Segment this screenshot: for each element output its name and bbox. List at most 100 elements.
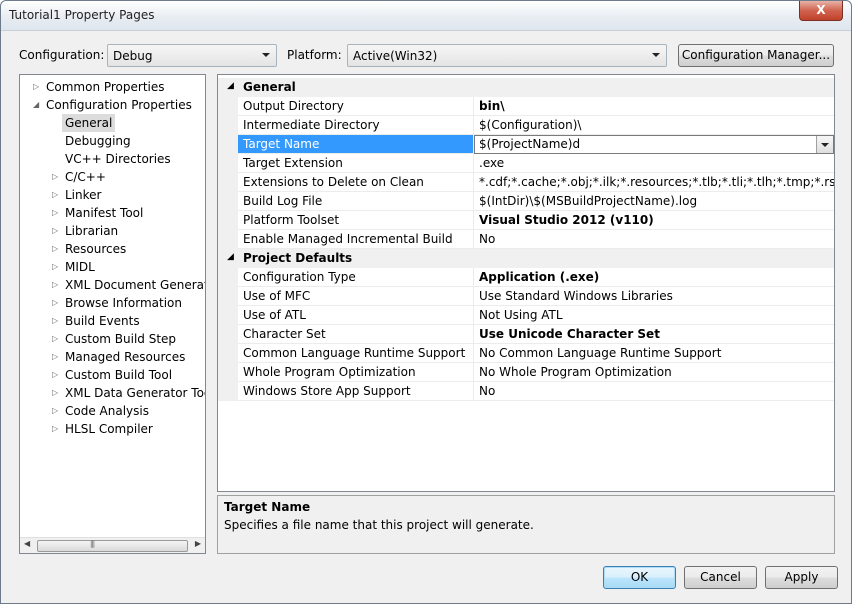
configuration-manager-button[interactable]: Configuration Manager... xyxy=(678,44,834,67)
tree-item[interactable]: Linker xyxy=(65,186,101,204)
tree-item[interactable]: Configuration Properties xyxy=(46,96,192,114)
category-header[interactable]: ◢ Project Defaults xyxy=(218,249,834,268)
property-value[interactable]: No xyxy=(474,382,834,401)
property-value[interactable]: *.cdf;*.cache;*.obj;*.ilk;*.resources;*.… xyxy=(474,173,834,192)
property-row[interactable]: Configuration Type Application (.exe) xyxy=(218,268,834,287)
property-name[interactable]: Target Extension xyxy=(238,154,474,173)
tree-expand-icon[interactable]: ▷ xyxy=(52,330,62,348)
property-value[interactable]: No xyxy=(474,230,834,249)
tree-item[interactable]: Librarian xyxy=(65,222,118,240)
target-name-input[interactable]: $(ProjectName)d xyxy=(474,135,834,154)
tree-item[interactable]: Common Properties xyxy=(46,78,165,96)
property-value[interactable]: Visual Studio 2012 (v110) xyxy=(474,211,834,230)
property-name[interactable]: Configuration Type xyxy=(238,268,474,287)
tree-expand-icon[interactable]: ▷ xyxy=(52,294,62,312)
scroll-right-icon[interactable]: ▶ xyxy=(195,539,201,548)
property-name[interactable]: Enable Managed Incremental Build xyxy=(238,230,474,249)
property-value[interactable]: $(Configuration)\ xyxy=(474,116,834,135)
collapse-icon[interactable]: ◢ xyxy=(227,252,234,262)
property-row[interactable]: Output Directory bin\ xyxy=(218,97,834,116)
property-name[interactable]: Target Name xyxy=(238,135,474,154)
property-value[interactable]: Application (.exe) xyxy=(474,268,834,287)
property-name[interactable]: Extensions to Delete on Clean xyxy=(238,173,474,192)
scrollbar-thumb[interactable] xyxy=(37,540,188,552)
tree-item[interactable]: C/C++ xyxy=(65,168,106,186)
tree-item[interactable]: Custom Build Tool xyxy=(65,366,172,384)
property-row[interactable]: Use of MFC Use Standard Windows Libraries xyxy=(218,287,834,306)
platform-dropdown[interactable]: Active(Win32) xyxy=(347,44,667,67)
tree-expand-icon[interactable]: ▷ xyxy=(52,168,62,186)
property-row[interactable]: Enable Managed Incremental Build No xyxy=(218,230,834,249)
property-name[interactable]: Whole Program Optimization xyxy=(238,363,474,382)
tree-item[interactable]: Custom Build Step xyxy=(65,330,176,348)
collapse-icon[interactable]: ◢ xyxy=(227,81,234,91)
tree-expand-icon[interactable]: ▷ xyxy=(52,384,62,402)
property-row[interactable]: Platform Toolset Visual Studio 2012 (v110… xyxy=(218,211,834,230)
tree-expand-icon[interactable]: ▷ xyxy=(52,348,62,366)
configuration-dropdown[interactable]: Debug xyxy=(107,44,277,67)
property-name[interactable]: Character Set xyxy=(238,325,474,344)
scroll-left-icon[interactable]: ◀ xyxy=(24,539,30,548)
tree-expand-icon[interactable]: ▷ xyxy=(52,222,62,240)
horizontal-scrollbar[interactable]: ◀ ||| ▶ xyxy=(20,537,205,553)
tree-item[interactable]: VC++ Directories xyxy=(65,150,171,168)
property-value[interactable]: Use Standard Windows Libraries xyxy=(474,287,834,306)
property-value[interactable]: bin\ xyxy=(474,97,834,116)
property-name[interactable]: Output Directory xyxy=(238,97,474,116)
tree-item[interactable]: Code Analysis xyxy=(65,402,149,420)
tree-item[interactable]: Manifest Tool xyxy=(65,204,143,222)
tree-expand-icon[interactable]: ▷ xyxy=(52,366,62,384)
property-value[interactable]: $(IntDir)\$(MSBuildProjectName).log xyxy=(474,192,834,211)
property-value[interactable]: Not Using ATL xyxy=(474,306,834,325)
property-row[interactable]: Intermediate Directory $(Configuration)\ xyxy=(218,116,834,135)
property-row[interactable]: Extensions to Delete on Clean *.cdf;*.cac… xyxy=(218,173,834,192)
property-value[interactable]: No Whole Program Optimization xyxy=(474,363,834,382)
property-row[interactable]: Character Set Use Unicode Character Set xyxy=(218,325,834,344)
tree-expand-icon[interactable]: ▷ xyxy=(52,402,62,420)
property-value[interactable]: .exe xyxy=(474,154,834,173)
tree-item[interactable]: XML Document Generator xyxy=(65,276,205,294)
tree-item[interactable]: Resources xyxy=(65,240,126,258)
tree-item[interactable]: Browse Information xyxy=(65,294,182,312)
tree-item[interactable]: HLSL Compiler xyxy=(65,420,153,438)
property-name[interactable]: Build Log File xyxy=(238,192,474,211)
property-name[interactable]: Windows Store App Support xyxy=(238,382,474,401)
tree-item[interactable]: Debugging xyxy=(65,132,131,150)
property-row[interactable]: Use of ATL Not Using ATL xyxy=(218,306,834,325)
close-button[interactable]: X xyxy=(799,1,843,21)
tree-expand-icon[interactable]: ▷ xyxy=(52,312,62,330)
tree-expand-icon[interactable]: ▷ xyxy=(52,258,62,276)
tree-expand-icon[interactable]: ▷ xyxy=(52,240,62,258)
tree-expand-icon[interactable]: ▷ xyxy=(52,186,62,204)
property-row[interactable]: Target Name $(ProjectName)d xyxy=(218,135,834,154)
property-row[interactable]: Whole Program Optimization No Whole Progr… xyxy=(218,363,834,382)
property-name[interactable]: Use of MFC xyxy=(238,287,474,306)
property-row[interactable]: Common Language Runtime Support No Common… xyxy=(218,344,834,363)
property-name[interactable]: Platform Toolset xyxy=(238,211,474,230)
property-name[interactable]: Intermediate Directory xyxy=(238,116,474,135)
tree-item[interactable]: XML Data Generator Tool xyxy=(65,384,205,402)
property-value[interactable]: Use Unicode Character Set xyxy=(474,325,834,344)
tree-expand-icon[interactable]: ▷ xyxy=(52,420,62,438)
tree-item[interactable]: Managed Resources xyxy=(65,348,185,366)
tree-item[interactable]: Build Events xyxy=(65,312,140,330)
property-row[interactable]: Target Extension .exe xyxy=(218,154,834,173)
property-name[interactable]: Common Language Runtime Support xyxy=(238,344,474,363)
tree-collapse-icon[interactable]: ◢ xyxy=(33,96,43,114)
property-row[interactable]: Build Log File $(IntDir)\$(MSBuildProject… xyxy=(218,192,834,211)
tree-expand-icon[interactable]: ▷ xyxy=(52,276,62,294)
property-value[interactable]: No Common Language Runtime Support xyxy=(474,344,834,363)
ok-button[interactable]: OK xyxy=(603,566,676,589)
value-dropdown-button[interactable] xyxy=(816,136,833,153)
property-name[interactable]: Use of ATL xyxy=(238,306,474,325)
cancel-button[interactable]: Cancel xyxy=(684,566,757,589)
tree-item[interactable]: General xyxy=(62,114,116,132)
property-row[interactable]: Windows Store App Support No xyxy=(218,382,834,401)
property-tree[interactable]: ▷ Common Properties ◢ Configuration Propert… xyxy=(19,74,206,554)
category-header[interactable]: ◢ General xyxy=(218,78,834,97)
tree-expand-icon[interactable]: ▷ xyxy=(52,204,62,222)
tree-item[interactable]: MIDL xyxy=(65,258,95,276)
title-bar[interactable]: Tutorial1 Property Pages X xyxy=(1,1,851,31)
apply-button[interactable]: Apply xyxy=(765,566,838,589)
tree-expand-icon[interactable]: ▷ xyxy=(33,78,43,96)
